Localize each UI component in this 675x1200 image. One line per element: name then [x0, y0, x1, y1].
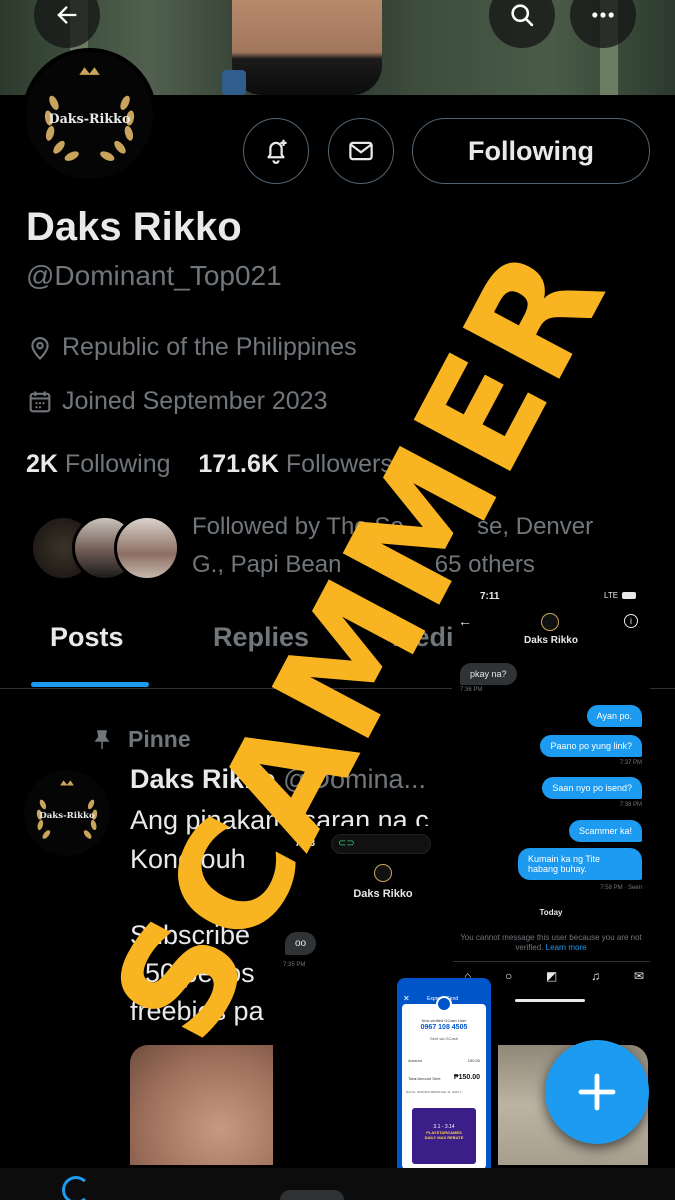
back-arrow-icon	[57, 6, 77, 24]
tab-posts[interactable]: Posts	[50, 622, 124, 653]
following-count: 2K	[26, 450, 58, 478]
message-button[interactable]	[328, 118, 394, 184]
avatar	[374, 864, 392, 882]
message-bubble: Kumain ka ng Tite habang buhay.	[518, 848, 642, 880]
message-bubble: Saan nyo po isend?	[542, 777, 642, 799]
logo-text: Daks-Rikko	[39, 811, 95, 821]
dm-notice: You cannot message this user because you…	[456, 933, 646, 953]
followed-by-avatars[interactable]	[30, 515, 180, 581]
mail-icon[interactable]: ✉	[634, 969, 644, 983]
home-indicator	[515, 999, 585, 1002]
chat-screenshot-1: 7:11 LTE ← Daks Rikko i pkay na? 7:36 PM…	[452, 583, 650, 1008]
banner-figure	[232, 0, 382, 95]
recipient-number: 0967 108 4505	[420, 1024, 468, 1031]
check-icon	[436, 996, 452, 1012]
post-media-image[interactable]	[130, 1045, 280, 1165]
envelope-icon	[349, 141, 373, 161]
avatar	[114, 515, 180, 581]
avatar	[541, 613, 559, 631]
plus-icon	[578, 1073, 616, 1111]
calendar-icon	[29, 391, 51, 412]
recipient-label: Non-verified GCash User	[421, 1018, 467, 1023]
location-pin-icon	[31, 336, 49, 360]
day-divider: Today	[539, 908, 563, 917]
message-bubble: Scammer ka!	[568, 820, 642, 842]
notify-button[interactable]	[243, 118, 309, 184]
battery-icon	[622, 592, 636, 599]
joined-text: Joined September 2023	[62, 387, 328, 415]
profile-handle: @Dominant_Top021	[26, 260, 282, 291]
profile-avatar[interactable]: Daks-Rikko	[22, 48, 157, 183]
bottom-nav: ⌂ ○ ◩ ♫ ✉	[464, 969, 644, 983]
learn-more-link[interactable]: Learn more	[546, 943, 587, 952]
gcash-receipt: ✕ Express Send Non-verified GCash User 0…	[397, 978, 491, 1174]
search-icon	[511, 4, 534, 27]
location-text: Republic of the Philippines	[62, 333, 357, 361]
joined-row: Joined September 2023	[26, 387, 327, 416]
following-link[interactable]: 2K Following	[26, 450, 171, 478]
grok-icon[interactable]: ◩	[546, 969, 557, 983]
amount-label: Amount	[408, 1058, 422, 1063]
banner-glove	[222, 70, 246, 95]
info-icon[interactable]: i	[624, 614, 638, 628]
following-button[interactable]: Following	[412, 118, 650, 184]
status-signal: LTE	[604, 591, 619, 600]
following-label: Following	[64, 450, 171, 478]
receipt-card: Non-verified GCash User 0967 108 4505 Se…	[402, 996, 486, 1169]
amount-value: 150.00	[467, 1058, 480, 1063]
message-time: 7:37 PM	[619, 760, 642, 766]
laurel-logo-icon: Daks-Rikko	[26, 52, 153, 179]
chat-title: Daks Rikko	[524, 635, 578, 646]
bottom-nav-bar	[0, 1168, 675, 1200]
logo-text: Daks-Rikko	[49, 111, 131, 126]
followers-count: 171.6K	[198, 450, 279, 478]
bell-icon[interactable]: ♫	[591, 969, 600, 983]
follow-counts: 2K Following 171.6K Followers	[26, 450, 393, 479]
search-icon[interactable]: ○	[505, 969, 512, 983]
profile-name: Daks Rikko	[26, 205, 242, 249]
tab-indicator	[31, 682, 149, 687]
reference-number: Ref No. 6019 062 282263 Mar 11, 2024 7:.…	[406, 1090, 465, 1094]
pinned-text: Pinne	[128, 726, 191, 752]
tab-pill[interactable]	[280, 1190, 344, 1200]
location-row: Republic of the Philippines	[26, 333, 357, 362]
message-bubble: pkay na?	[460, 663, 517, 685]
pinned-label: Pinne	[90, 726, 191, 753]
message-bubble: Paano po yung link?	[540, 735, 642, 757]
total-value: ₱150.00	[453, 1074, 480, 1081]
promo-text: DAILY MAX REBATE	[424, 1135, 464, 1140]
total-label: Total Amount Sent	[408, 1076, 441, 1081]
message-bubble: Ayan po.	[586, 705, 642, 727]
promo-banner[interactable]: 3.1 - 3.14 PLAYSTARGAMES DAILY MAX REBAT…	[412, 1108, 476, 1164]
pin-icon	[94, 729, 110, 749]
message-time: 7:38 PM	[619, 802, 642, 808]
sent-via: Sent via GCash	[429, 1036, 458, 1041]
laurel-logo-icon: Daks-Rikko	[24, 770, 110, 856]
more-icon	[592, 12, 614, 18]
close-icon[interactable]: ✕	[403, 994, 410, 1003]
post-avatar[interactable]: Daks-Rikko	[24, 770, 110, 856]
message-time: 7:58 PM · Seen	[600, 885, 642, 891]
message-time: 7:36 PM	[460, 687, 483, 693]
compose-button[interactable]	[545, 1040, 649, 1144]
divider	[452, 961, 650, 962]
bell-plus-icon	[267, 139, 287, 164]
home-icon[interactable]	[62, 1176, 90, 1200]
